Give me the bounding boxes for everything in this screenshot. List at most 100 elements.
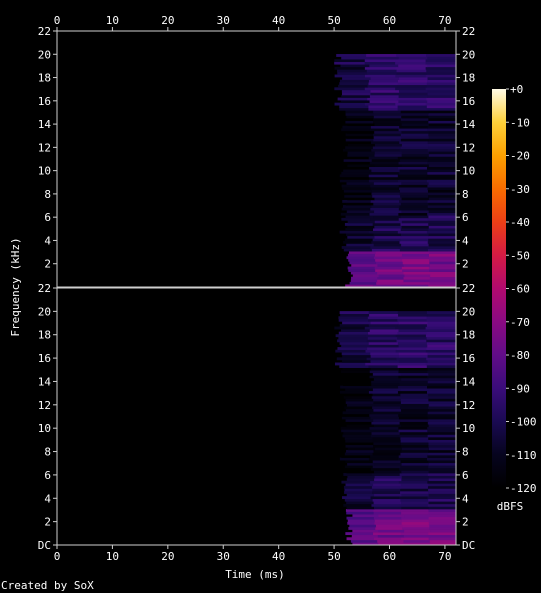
spectrogram-cell [425, 66, 456, 70]
y-tick-label-right: 12 [462, 141, 475, 154]
spectrogram-cell [426, 230, 456, 234]
spectrogram-cell [374, 153, 403, 157]
spectrogram-cell [341, 429, 371, 433]
spectrogram-cell [425, 61, 456, 65]
spectrogram-cell [343, 383, 372, 386]
spectrogram-cell [369, 313, 399, 317]
spectrogram-cell [341, 92, 371, 96]
spectrogram-cell [338, 336, 369, 340]
spectrogram-cell [399, 395, 429, 399]
spectrogram-cell [373, 449, 402, 453]
spectrogram-cell [400, 202, 429, 206]
spectrogram-cell [426, 357, 456, 361]
spectrogram-cell [369, 128, 400, 132]
spectrogram-cell [403, 263, 431, 267]
spectrogram-cell [346, 424, 375, 428]
spectrogram-cell [368, 156, 399, 160]
spectrogram-cell [349, 261, 377, 265]
spectrogram-cell [337, 71, 368, 75]
spectrogram-cell [395, 61, 427, 65]
spectrogram-cell [369, 426, 399, 430]
spectrogram-cell [426, 179, 456, 183]
spectrogram-cell [374, 521, 403, 525]
spectrogram-cell [426, 341, 456, 345]
spectrogram-cell [350, 271, 378, 275]
spectrogram-cell [427, 166, 456, 170]
spectrogram-cell [426, 84, 456, 88]
spectrogram-cell [349, 281, 377, 285]
spectrogram-cell [399, 169, 429, 173]
spectrogram-cell [400, 509, 429, 512]
spectrogram-cell [372, 146, 402, 150]
spectrogram-cell [428, 491, 456, 494]
spectrogram-cell [370, 416, 400, 420]
created-by-credit: Created by SoX [1, 579, 94, 592]
spectrogram-cell [369, 429, 400, 433]
spectrogram-cell [344, 491, 373, 494]
spectrogram-cell [400, 112, 429, 116]
spectrogram-cell [399, 187, 429, 191]
spectrogram-cell [426, 457, 456, 461]
spectrogram-cell [401, 475, 430, 479]
spectrogram-cell [372, 439, 402, 443]
spectrogram-cell [342, 187, 372, 191]
spectrogram-cell [339, 79, 370, 83]
spectrogram-cell [345, 112, 374, 116]
spectrogram-cell [428, 135, 456, 139]
spectrogram-cell [340, 64, 370, 68]
spectrogram-cell [427, 344, 456, 348]
spectrogram-cell [399, 125, 429, 129]
spectrogram-cell [372, 452, 401, 456]
spectrogram-cell [341, 207, 371, 211]
spectrogram-cell [344, 488, 373, 492]
spectrogram-cell [427, 434, 456, 438]
y-tick-label-left: 2 [44, 516, 51, 529]
y-tick-label-right: 8 [462, 188, 469, 201]
spectrogram-cell [371, 189, 401, 193]
spectrogram-cell [400, 215, 429, 219]
spectrogram-cell [426, 54, 456, 57]
spectrogram-cell [373, 228, 402, 231]
spectrogram-cell [342, 321, 372, 325]
spectrogram-cell [370, 359, 400, 363]
spectrogram-cell [372, 488, 401, 492]
x-axis-label: Time (ms) [225, 568, 285, 581]
spectrogram-cell [427, 375, 456, 379]
spectrogram-cell [343, 431, 373, 435]
spectrogram-cell [428, 519, 456, 523]
spectrogram-cell [347, 462, 375, 466]
spectrogram-cell [345, 439, 374, 443]
spectrogram-cell [425, 102, 456, 106]
spectrogram-cell [429, 251, 456, 255]
spectrogram-cell [374, 403, 402, 407]
spectrogram-cell [399, 411, 429, 415]
spectrogram-cell [428, 377, 456, 381]
spectrogram-cell [347, 197, 375, 201]
spectrogram-cell [342, 496, 372, 500]
spectrogram-cell [342, 467, 372, 471]
spectrogram-cell [428, 393, 456, 397]
spectrogram-cell [426, 82, 456, 86]
spectrogram-cell [368, 457, 399, 461]
colorbar-tick-label: -60 [510, 283, 530, 296]
spectrogram-cell [427, 169, 456, 173]
spectrogram-cell [345, 483, 374, 487]
spectrogram-cell [348, 258, 376, 262]
spectrogram-cell [428, 266, 456, 270]
spectrogram-cell [428, 115, 456, 119]
x-tick-label-top: 10 [106, 14, 119, 27]
spectrogram-cell [401, 516, 430, 520]
y-tick-label-right: 18 [462, 329, 475, 342]
spectrogram-cell [427, 421, 456, 425]
spectrogram-cell [349, 524, 377, 528]
spectrogram-cell [347, 235, 375, 239]
spectrogram-cell [373, 243, 402, 247]
spectrogram-cell [399, 192, 429, 196]
spectrogram-cell [375, 524, 404, 528]
spectrogram-cell [368, 79, 399, 83]
spectrogram-cell [428, 138, 456, 142]
spectrogram-cell [401, 377, 430, 381]
spectrogram-cell [397, 84, 428, 88]
spectrogram-cell [400, 444, 429, 448]
spectrogram-cell [402, 524, 430, 528]
